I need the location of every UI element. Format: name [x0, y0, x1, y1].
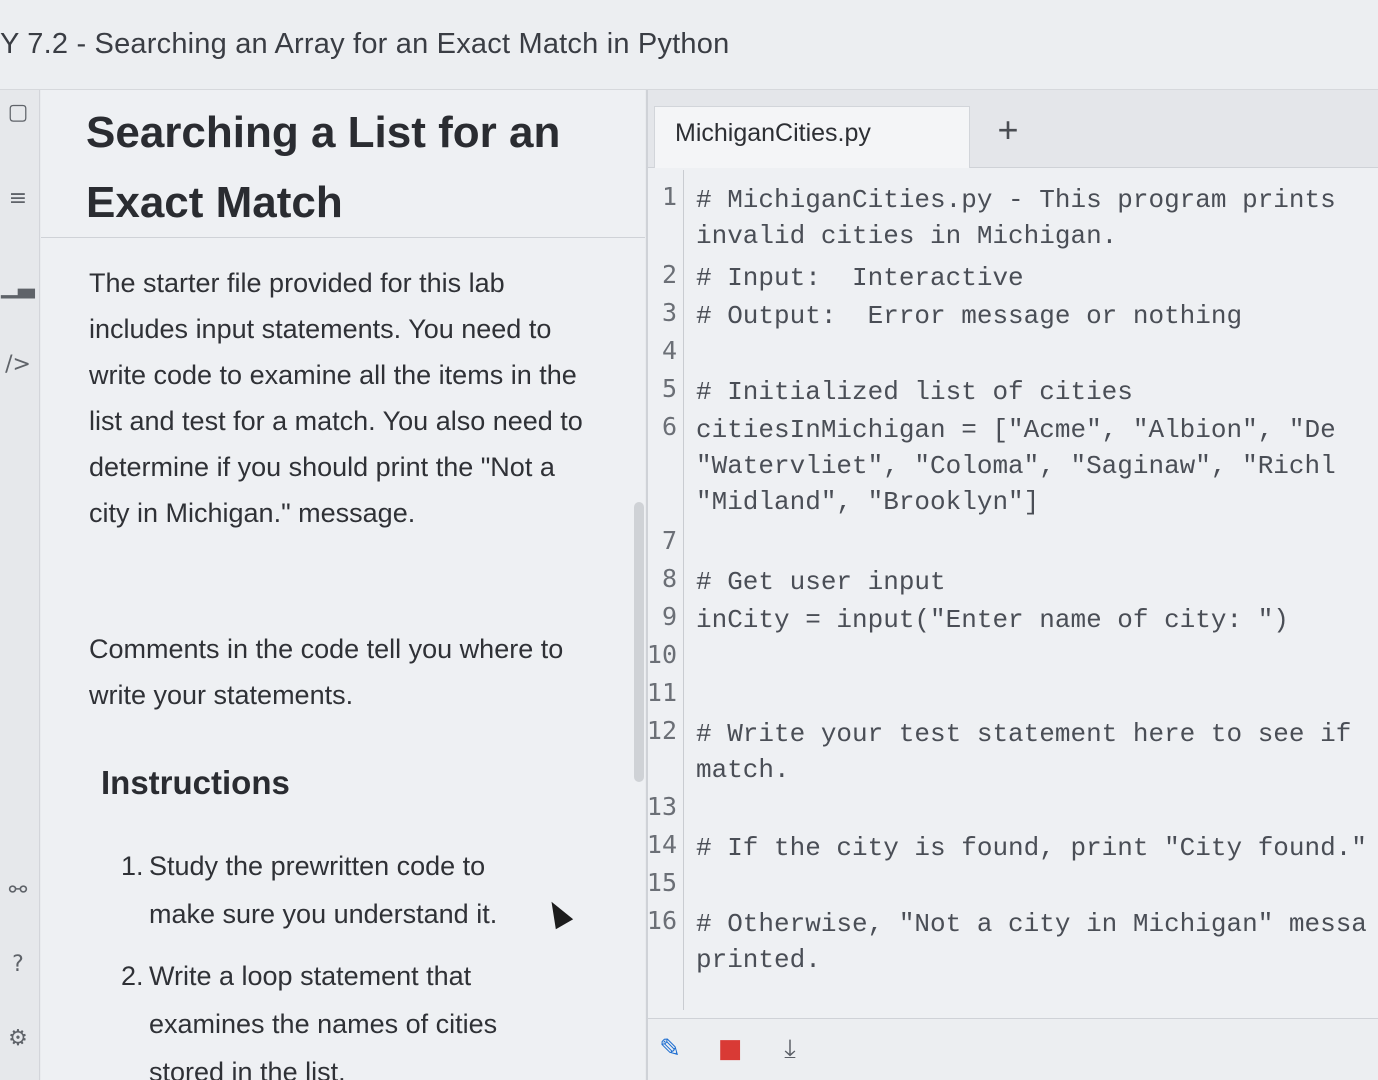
line-number: 16 — [646, 906, 677, 935]
code-icon[interactable]: /> — [2, 348, 34, 380]
intro-paragraph: The starter file provided for this lab i… — [89, 268, 583, 528]
line-number: 11 — [646, 678, 677, 707]
sidebar-toggle-icon[interactable]: ▢ — [2, 96, 34, 128]
instructions-subheading: Instructions — [101, 764, 290, 801]
line-number: 7 — [661, 526, 677, 555]
pencil-icon[interactable]: ✎ — [652, 1031, 688, 1067]
page-title: Y 7.2 - Searching an Array for an Exact … — [0, 28, 730, 60]
line-number: 3 — [661, 298, 677, 327]
line-number: 8 — [661, 564, 677, 593]
step-number: 1. — [121, 851, 144, 881]
add-file-button[interactable]: + — [988, 110, 1028, 150]
help-icon[interactable]: ? — [2, 948, 34, 980]
download-icon[interactable]: ⤓ — [772, 1031, 808, 1067]
line-number: 2 — [661, 260, 677, 289]
left-icon-rail: ▢ ≡ ▁▃ /> ⚯ ? ⚙ — [0, 90, 40, 1080]
top-title-bar: Y 7.2 - Searching an Array for an Exact … — [0, 0, 1378, 90]
code-line[interactable]: # Input: Interactive — [696, 260, 1378, 296]
line-number: 6 — [661, 412, 677, 441]
line-number: 5 — [661, 374, 677, 403]
line-number: 15 — [646, 868, 677, 897]
editor-toolbar: ✎ ■ ⤓ — [648, 1018, 1378, 1080]
line-number: 14 — [646, 830, 677, 859]
comments-paragraph: Comments in the code tell you where to w… — [89, 634, 564, 710]
trash-icon[interactable]: ■ — [712, 1031, 748, 1067]
settings-icon[interactable]: ⚙ — [2, 1022, 34, 1054]
line-number: 4 — [661, 336, 677, 365]
line-number: 1 — [661, 182, 677, 211]
chart-icon[interactable]: ▁▃ — [1, 270, 35, 302]
instruction-step: 1. Study the prewritten code to make sur… — [121, 842, 541, 938]
line-number: 10 — [646, 640, 677, 669]
code-line[interactable]: inCity = input("Enter name of city: ") — [696, 602, 1378, 638]
step-text: Study the prewritten code to make sure y… — [149, 851, 498, 929]
code-line[interactable]: # Get user input — [696, 564, 1378, 600]
share-icon[interactable]: ⚯ — [2, 874, 34, 906]
lab-heading: Searching a List for an Exact Match — [86, 108, 561, 227]
line-number: 13 — [646, 792, 677, 821]
line-number: 12 — [646, 716, 677, 745]
editor-tab-bar: MichiganCities.py + — [648, 90, 1378, 168]
line-number: 9 — [661, 602, 677, 631]
file-tab[interactable]: MichiganCities.py — [654, 106, 970, 168]
code-line[interactable]: # MichiganCities.py - This program print… — [696, 182, 1378, 254]
line-number-gutter: 1 2 3 4 5 6 7 8 9 10 11 12 13 14 15 16 — [647, 170, 684, 1010]
instructions-panel: Searching a List for an Exact Match The … — [41, 90, 645, 1080]
step-text: Write a loop statement that examines the… — [149, 961, 498, 1080]
code-line[interactable]: # Output: Error message or nothing — [696, 298, 1378, 334]
code-editor[interactable]: MichiganCities.py + 1 2 3 4 5 6 7 8 9 10… — [634, 90, 1378, 1080]
instruction-step: 2. Write a loop statement that examines … — [121, 952, 541, 1080]
code-line[interactable]: # Initialized list of cities — [696, 374, 1378, 410]
code-line[interactable]: # If the city is found, print "City foun… — [696, 830, 1378, 866]
code-line[interactable]: citiesInMichigan = ["Acme", "Albion", "D… — [696, 412, 1378, 520]
menu-icon[interactable]: ≡ — [2, 182, 34, 214]
code-line[interactable]: # Write your test statement here to see … — [696, 716, 1378, 788]
instructions-header: Searching a List for an Exact Match — [41, 90, 645, 238]
step-number: 2. — [121, 961, 144, 991]
code-line[interactable]: # Otherwise, "Not a city in Michigan" me… — [696, 906, 1378, 978]
